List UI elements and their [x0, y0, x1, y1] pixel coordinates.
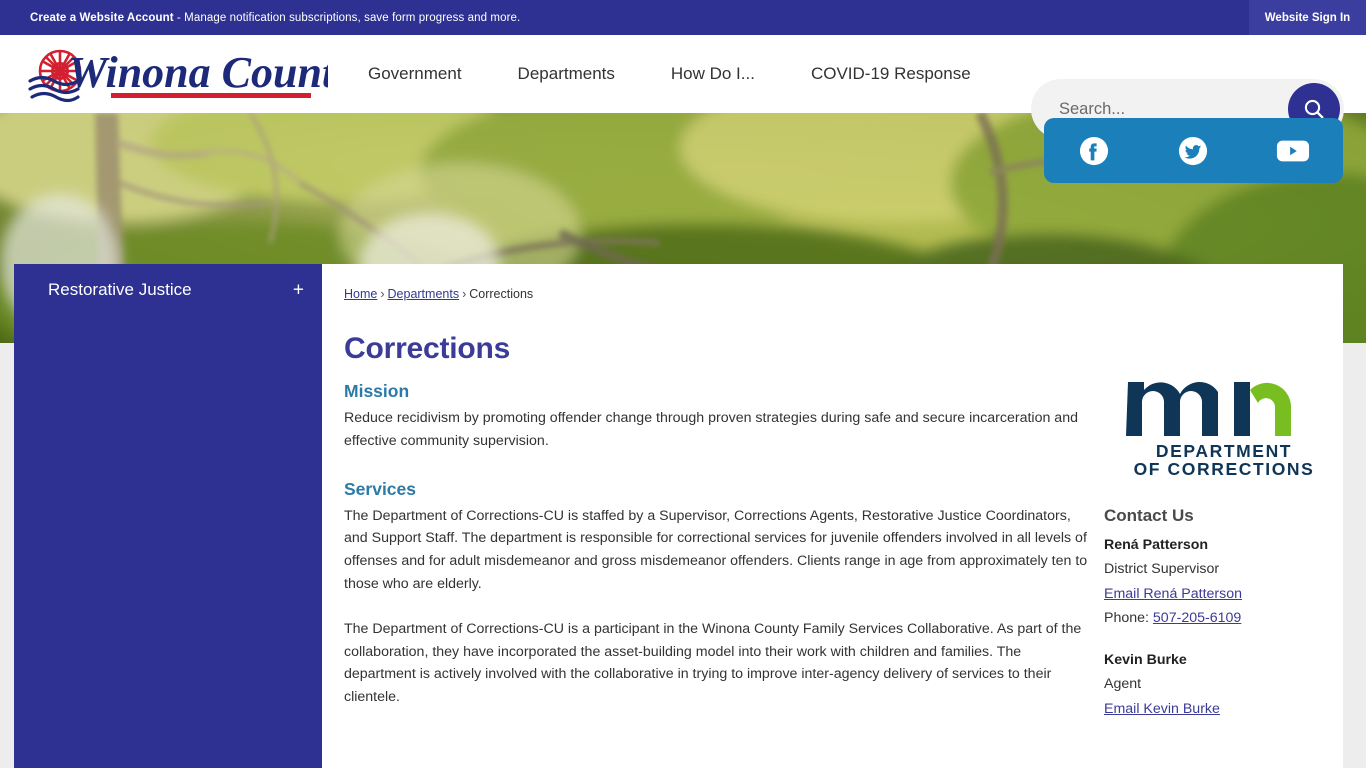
breadcrumb-link-departments[interactable]: Departments	[388, 287, 460, 301]
doc-logo-line1: DEPARTMENT	[1156, 441, 1292, 461]
social-links-bar	[1044, 118, 1343, 183]
nav-item-departments[interactable]: Departments	[490, 64, 643, 84]
section-paragraph-services-2: The Department of Corrections-CU is a pa…	[344, 620, 1082, 706]
logo-underline	[111, 93, 311, 98]
nav-item-covid-19-response[interactable]: COVID-19 Response	[783, 64, 999, 84]
contact-email-link-1[interactable]: Email Rená Patterson	[1104, 586, 1242, 602]
contact-email-link-2[interactable]: Email Kevin Burke	[1104, 701, 1220, 717]
contact-us-heading: Contact Us	[1104, 506, 1194, 525]
mn-department-of-corrections-logo: DEPARTMENT OF CORRECTIONS	[1126, 382, 1315, 479]
announcement-text: Create a Website Account - Manage notifi…	[0, 12, 520, 24]
announcement-bar: Create a Website Account - Manage notifi…	[0, 0, 1366, 35]
contact-phone-link-1[interactable]: 507-205-6109	[1153, 610, 1241, 626]
winona-county-logo[interactable]: Winona County	[16, 41, 328, 107]
breadcrumb-link-home[interactable]: Home	[344, 287, 377, 301]
contact-role-2: Agent	[1104, 676, 1142, 692]
primary-navigation: Government Departments How Do I... COVID…	[340, 35, 999, 113]
announcement-rest-text: - Manage notification subscriptions, sav…	[173, 11, 521, 24]
page-title: Corrections	[344, 332, 511, 365]
breadcrumb-separator-1: ›	[380, 287, 385, 301]
section-heading-services: Services	[344, 478, 417, 499]
contact-name-1: Rená Patterson	[1104, 537, 1209, 553]
website-sign-in-button[interactable]: Website Sign In	[1249, 0, 1366, 35]
right-rail: DEPARTMENT OF CORRECTIONS Contact Us Ren…	[1104, 354, 1344, 725]
announcement-bold-text: Create a Website Account	[30, 11, 174, 24]
sidebar-item-restorative-justice[interactable]: Restorative Justice +	[14, 264, 322, 316]
section-paragraph-services-1: The Department of Corrections-CU is staf…	[344, 507, 1088, 592]
sidebar-navigation: Restorative Justice +	[14, 264, 322, 768]
site-header: Winona County Government Departments How…	[0, 35, 1366, 139]
nav-item-how-do-i[interactable]: How Do I...	[643, 64, 783, 84]
nav-item-government[interactable]: Government	[340, 64, 490, 84]
contact-name-2: Kevin Burke	[1104, 652, 1187, 668]
page-root: Create a Website Account - Manage notifi…	[0, 0, 1366, 768]
facebook-icon[interactable]	[1074, 131, 1114, 171]
main-content: Home › Departments › Corrections Corrections…	[322, 264, 1343, 768]
sidebar-item-label: Restorative Justice	[48, 280, 192, 299]
twitter-icon[interactable]	[1173, 131, 1213, 171]
contact-card-1: Rená Patterson District Supervisor Email…	[1104, 537, 1344, 626]
article-body: Mission Reduce recidivism by promoting o…	[344, 381, 1089, 709]
breadcrumb: Home › Departments › Corrections	[344, 287, 533, 301]
contact-phone-row-1: Phone: 507-205-6109	[1104, 610, 1344, 626]
section-heading-mission: Mission	[344, 381, 410, 401]
youtube-icon[interactable]	[1273, 131, 1313, 171]
contact-phone-label-1: Phone:	[1104, 610, 1153, 626]
expand-plus-icon[interactable]: +	[293, 281, 304, 300]
breadcrumb-current: Corrections	[469, 287, 534, 301]
logo-wordmark: Winona County	[68, 48, 328, 97]
contact-card-2: Kevin Burke Agent Email Kevin Burke	[1104, 652, 1344, 725]
doc-logo-line2: OF CORRECTIONS	[1134, 459, 1315, 479]
section-paragraph-mission: Reduce recidivism by promoting offender …	[344, 410, 1078, 449]
breadcrumb-separator-2: ›	[462, 287, 467, 301]
contact-role-1: District Supervisor	[1104, 561, 1220, 577]
